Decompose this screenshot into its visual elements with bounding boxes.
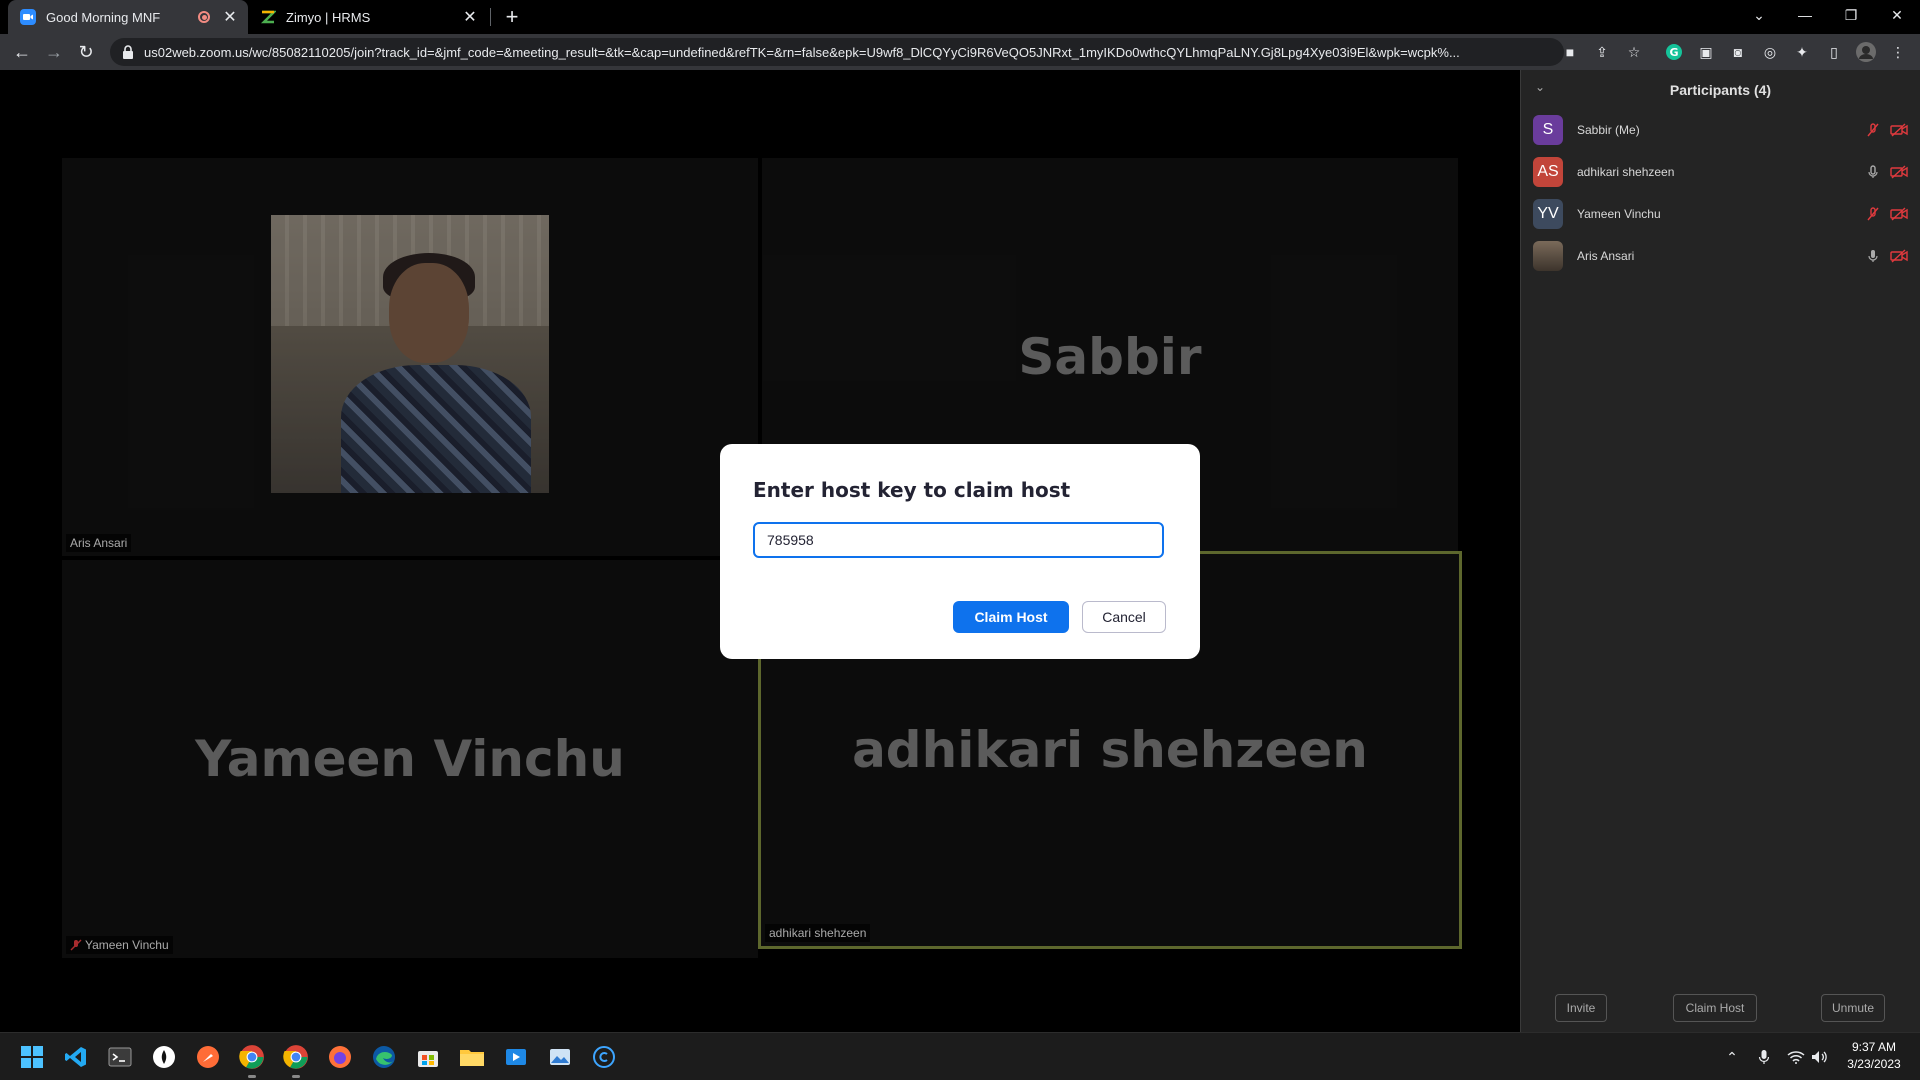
lock-icon bbox=[123, 45, 133, 59]
close-tab-icon[interactable]: ✕ bbox=[460, 7, 480, 27]
file-explorer-icon[interactable] bbox=[458, 1043, 486, 1071]
host-key-input[interactable] bbox=[753, 522, 1164, 558]
new-tab-button[interactable]: + bbox=[498, 4, 526, 30]
participant-name: Sabbir (Me) bbox=[1577, 123, 1640, 137]
tab-divider bbox=[490, 8, 491, 26]
camera-in-use-icon[interactable]: ■ bbox=[1562, 44, 1578, 60]
mic-icon[interactable] bbox=[1863, 162, 1883, 182]
participants-panel: ⌄ Participants (4) S Sabbir (Me) AS adhi… bbox=[1520, 70, 1920, 1032]
close-tab-icon[interactable]: ✕ bbox=[220, 7, 240, 27]
tab-title: Zimyo | HRMS bbox=[286, 9, 371, 25]
store-icon[interactable] bbox=[414, 1043, 442, 1071]
participant-name: Aris Ansari bbox=[1577, 249, 1635, 263]
grammarly-icon[interactable]: G bbox=[1664, 42, 1684, 62]
participant-row[interactable]: S Sabbir (Me) bbox=[1533, 114, 1909, 146]
mic-icon[interactable] bbox=[1863, 246, 1883, 266]
participant-row[interactable]: AS adhikari shehzeen bbox=[1533, 156, 1909, 188]
reload-icon[interactable]: ↻ bbox=[72, 38, 100, 66]
bookmark-star-icon[interactable]: ☆ bbox=[1626, 44, 1642, 60]
video-off-icon[interactable] bbox=[1889, 120, 1909, 140]
tab-zimyo-hrms[interactable]: Zimyo | HRMS ✕ bbox=[252, 0, 488, 34]
forward-icon[interactable]: → bbox=[40, 38, 68, 66]
terminal-icon[interactable] bbox=[106, 1043, 134, 1071]
claim-host-dialog: Enter host key to claim host Claim Host … bbox=[720, 444, 1200, 659]
zoom-icon bbox=[20, 9, 36, 25]
chrome-alt-icon[interactable] bbox=[282, 1043, 310, 1078]
tab-title: Good Morning MNF bbox=[46, 9, 161, 25]
microphone-icon[interactable] bbox=[1754, 1047, 1774, 1067]
back-icon[interactable]: ← bbox=[8, 38, 36, 66]
more-menu-icon[interactable]: ⋮ bbox=[1888, 42, 1908, 62]
claim-host-panel-button[interactable]: Claim Host bbox=[1673, 994, 1757, 1022]
participant-row[interactable]: Aris Ansari bbox=[1533, 240, 1909, 272]
copyright-app-icon[interactable] bbox=[590, 1043, 618, 1071]
vscode-icon[interactable] bbox=[62, 1043, 90, 1071]
screenshot-icon[interactable]: ◙ bbox=[1728, 42, 1748, 62]
video-off-icon[interactable] bbox=[1889, 246, 1909, 266]
video-off-icon[interactable] bbox=[1889, 204, 1909, 224]
close-window-button[interactable]: ✕ bbox=[1874, 0, 1920, 30]
system-clock[interactable]: 9:37 AM 3/23/2023 bbox=[1834, 1039, 1914, 1073]
chrome-icon[interactable] bbox=[238, 1043, 266, 1078]
windows-taskbar: ⌃ 9:37 AM 3/23/2023 bbox=[0, 1032, 1920, 1080]
address-bar[interactable]: us02web.zoom.us/wc/85082110205/join?trac… bbox=[110, 38, 1564, 66]
volume-icon[interactable] bbox=[1810, 1047, 1830, 1067]
zimyo-icon bbox=[260, 9, 276, 25]
avatar: AS bbox=[1533, 157, 1563, 187]
claim-host-button[interactable]: Claim Host bbox=[953, 601, 1069, 633]
clock-time: 9:37 AM bbox=[1851, 1040, 1897, 1054]
url-text: us02web.zoom.us/wc/85082110205/join?trac… bbox=[144, 44, 1460, 60]
wifi-icon[interactable] bbox=[1786, 1047, 1806, 1067]
participants-title: Participants (4) bbox=[1669, 82, 1772, 98]
dialog-title: Enter host key to claim host bbox=[753, 478, 1071, 502]
profile-avatar-icon[interactable] bbox=[1856, 42, 1876, 62]
extension-icon[interactable]: ▣ bbox=[1696, 42, 1716, 62]
clock-date: 3/23/2023 bbox=[1847, 1057, 1901, 1071]
avatar: YV bbox=[1533, 199, 1563, 229]
edge-icon[interactable] bbox=[370, 1043, 398, 1071]
tab-good-morning-mnf[interactable]: Good Morning MNF ✕ bbox=[8, 0, 248, 34]
svg-text:G: G bbox=[1669, 46, 1678, 59]
mic-muted-icon[interactable] bbox=[1863, 204, 1883, 224]
cancel-button[interactable]: Cancel bbox=[1082, 601, 1166, 633]
record-extension-icon[interactable]: ◎ bbox=[1760, 42, 1780, 62]
avatar: S bbox=[1533, 115, 1563, 145]
participant-name: adhikari shehzeen bbox=[1577, 165, 1675, 179]
firefox-icon[interactable] bbox=[326, 1043, 354, 1071]
chevron-up-icon[interactable]: ⌃ bbox=[1722, 1047, 1742, 1067]
avatar bbox=[1533, 241, 1563, 271]
restore-button[interactable]: ❐ bbox=[1828, 0, 1874, 30]
participant-name: Yameen Vinchu bbox=[1577, 207, 1661, 221]
media-app-icon[interactable] bbox=[502, 1043, 530, 1071]
video-off-icon[interactable] bbox=[1889, 162, 1909, 182]
unmute-button[interactable]: Unmute bbox=[1821, 994, 1885, 1022]
recording-icon bbox=[198, 11, 210, 23]
invite-button[interactable]: Invite bbox=[1555, 994, 1607, 1022]
tab-search-icon[interactable]: ⌄ bbox=[1736, 0, 1782, 30]
side-panel-icon[interactable]: ▯ bbox=[1824, 42, 1844, 62]
minimize-button[interactable]: — bbox=[1782, 0, 1828, 30]
share-icon[interactable]: ⇪ bbox=[1594, 44, 1610, 60]
windows-start-icon[interactable] bbox=[18, 1043, 46, 1071]
app-circle-icon[interactable] bbox=[150, 1043, 178, 1071]
participant-row[interactable]: YV Yameen Vinchu bbox=[1533, 198, 1909, 230]
browser-tabbar: Good Morning MNF ✕ Zimyo | HRMS ✕ + ⌄ — … bbox=[0, 0, 1920, 34]
postman-icon[interactable] bbox=[194, 1043, 222, 1071]
mic-muted-icon[interactable] bbox=[1863, 120, 1883, 140]
browser-toolbar: ← → ↻ us02web.zoom.us/wc/85082110205/joi… bbox=[0, 34, 1920, 70]
photos-icon[interactable] bbox=[546, 1043, 574, 1071]
extensions-puzzle-icon[interactable]: ✦ bbox=[1792, 42, 1812, 62]
